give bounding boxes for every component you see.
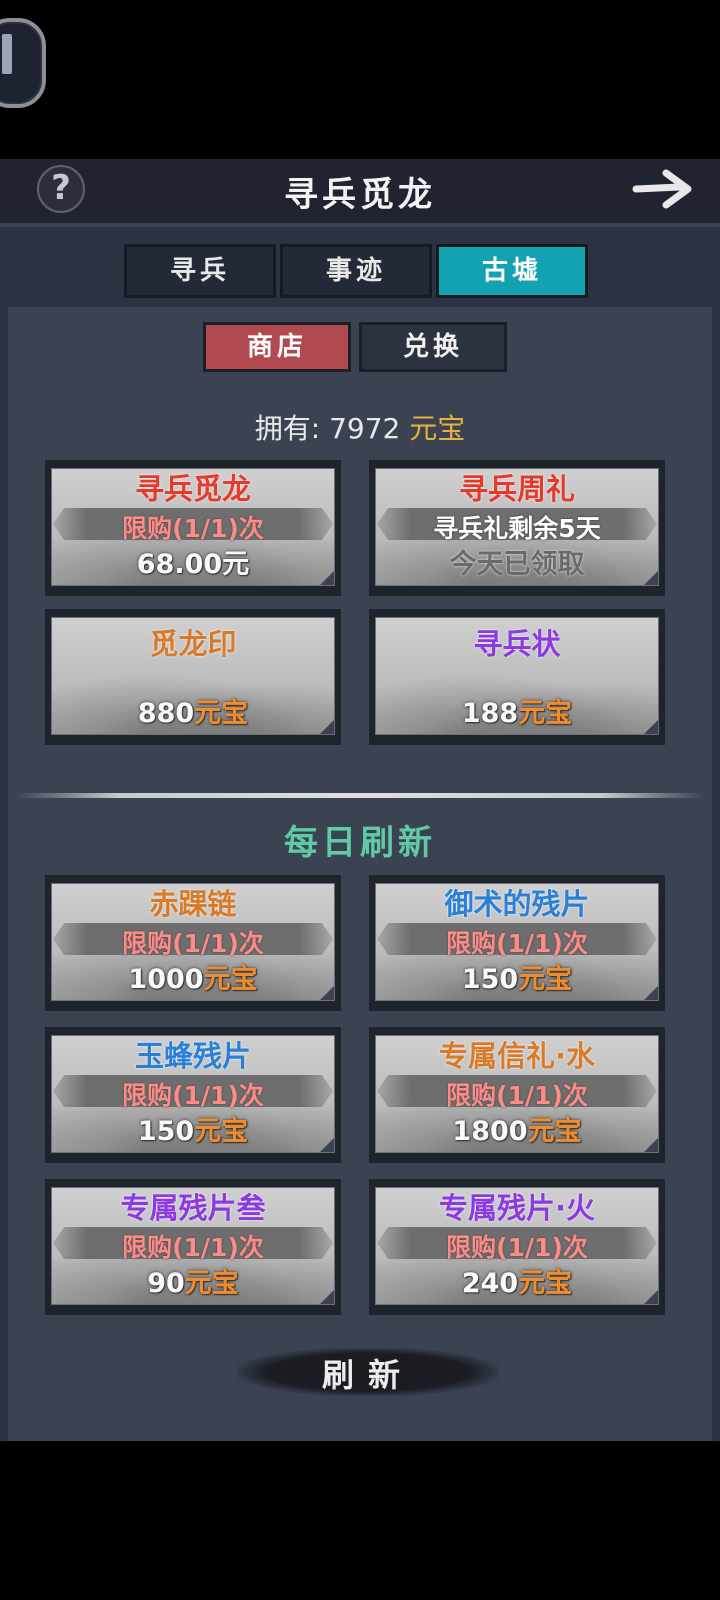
item-limit: 限购(1/1)次 [122, 1233, 264, 1262]
shop-item-card[interactable]: 寻兵周礼 寻兵礼剩余5天 今天已领取 [369, 460, 665, 596]
item-name: 玉蜂残片 [134, 1039, 251, 1073]
item-name: 专属信礼·水 [438, 1039, 596, 1073]
item-name: 赤踝链 [149, 887, 237, 921]
balance-amount: 7972 [329, 412, 401, 445]
item-name: 御术的残片 [444, 887, 590, 921]
question-icon[interactable]: ? [37, 165, 85, 213]
item-limit: 限购(1/1)次 [446, 1233, 588, 1262]
daily-refresh-title: 每日刷新 [284, 823, 436, 863]
tab-exchange[interactable]: 兑换 [359, 322, 507, 372]
tab-guxu[interactable]: 古墟 [436, 244, 588, 298]
item-price: 240元宝 [461, 1268, 573, 1299]
shop-item-card[interactable]: 觅龙印 880元宝 [45, 609, 341, 745]
item-name: 专属残片·火 [438, 1191, 596, 1225]
header: ? 寻兵觅龙 [0, 159, 720, 227]
item-limit: 限购(1/1)次 [122, 929, 264, 958]
refresh-label: 刷新 [321, 1356, 414, 1394]
tab-shop[interactable]: 商店 [203, 322, 351, 372]
item-name: 寻兵觅龙 [134, 472, 251, 506]
balance-display: 拥有: 7972 元宝 [8, 407, 712, 447]
page-title: 寻兵觅龙 [284, 175, 436, 215]
tab-xunbing[interactable]: 寻兵 [124, 244, 276, 298]
item-price: 90元宝 [147, 1268, 239, 1299]
item-limit: 限购(1/1)次 [446, 929, 588, 958]
daily-item-card[interactable]: 专属信礼·水 限购(1/1)次 1800元宝 [369, 1027, 665, 1163]
main-panel: ? 寻兵觅龙 寻兵 事迹 古墟 商店 兑换 拥有: 7972 元宝 寻兵觅龙 限… [0, 159, 720, 1441]
item-price: 1000元宝 [128, 964, 258, 995]
item-name: 觅龙印 [149, 627, 237, 661]
item-status: 今天已领取 [449, 549, 585, 580]
item-limit: 限购(1/1)次 [122, 514, 264, 543]
item-price: 880元宝 [137, 698, 249, 729]
daily-item-card[interactable]: 专属残片·火 限购(1/1)次 240元宝 [369, 1179, 665, 1315]
tab-shiji[interactable]: 事迹 [280, 244, 432, 298]
item-limit: 限购(1/1)次 [446, 1081, 588, 1110]
daily-item-card[interactable]: 玉蜂残片 限购(1/1)次 150元宝 [45, 1027, 341, 1163]
shop-item-card[interactable]: 寻兵状 188元宝 [369, 609, 665, 745]
item-name: 寻兵状 [473, 627, 561, 661]
content-area: 商店 兑换 拥有: 7972 元宝 寻兵觅龙 限购(1/1)次 68.00元 寻… [8, 307, 712, 1441]
refresh-button[interactable]: 刷新 [238, 1342, 498, 1402]
daily-item-card[interactable]: 御术的残片 限购(1/1)次 150元宝 [369, 875, 665, 1011]
balance-currency: 元宝 [409, 412, 466, 445]
item-limit: 限购(1/1)次 [122, 1081, 264, 1110]
item-price: 150元宝 [137, 1116, 249, 1147]
item-price: 68.00元 [136, 549, 250, 580]
item-price: 1800元宝 [452, 1116, 582, 1147]
balance-prefix: 拥有: [254, 412, 321, 445]
divider [16, 793, 704, 798]
item-price: 150元宝 [461, 964, 573, 995]
daily-item-card[interactable]: 专属残片叁 限购(1/1)次 90元宝 [45, 1179, 341, 1315]
item-name: 专属残片叁 [120, 1191, 266, 1225]
avatar[interactable] [0, 18, 46, 108]
item-limit: 寻兵礼剩余5天 [433, 514, 601, 543]
daily-item-card[interactable]: 赤踝链 限购(1/1)次 1000元宝 [45, 875, 341, 1011]
item-name: 寻兵周礼 [458, 472, 575, 506]
shop-item-card[interactable]: 寻兵觅龙 限购(1/1)次 68.00元 [45, 460, 341, 596]
item-price: 188元宝 [461, 698, 573, 729]
arrow-right-icon[interactable] [632, 165, 696, 213]
